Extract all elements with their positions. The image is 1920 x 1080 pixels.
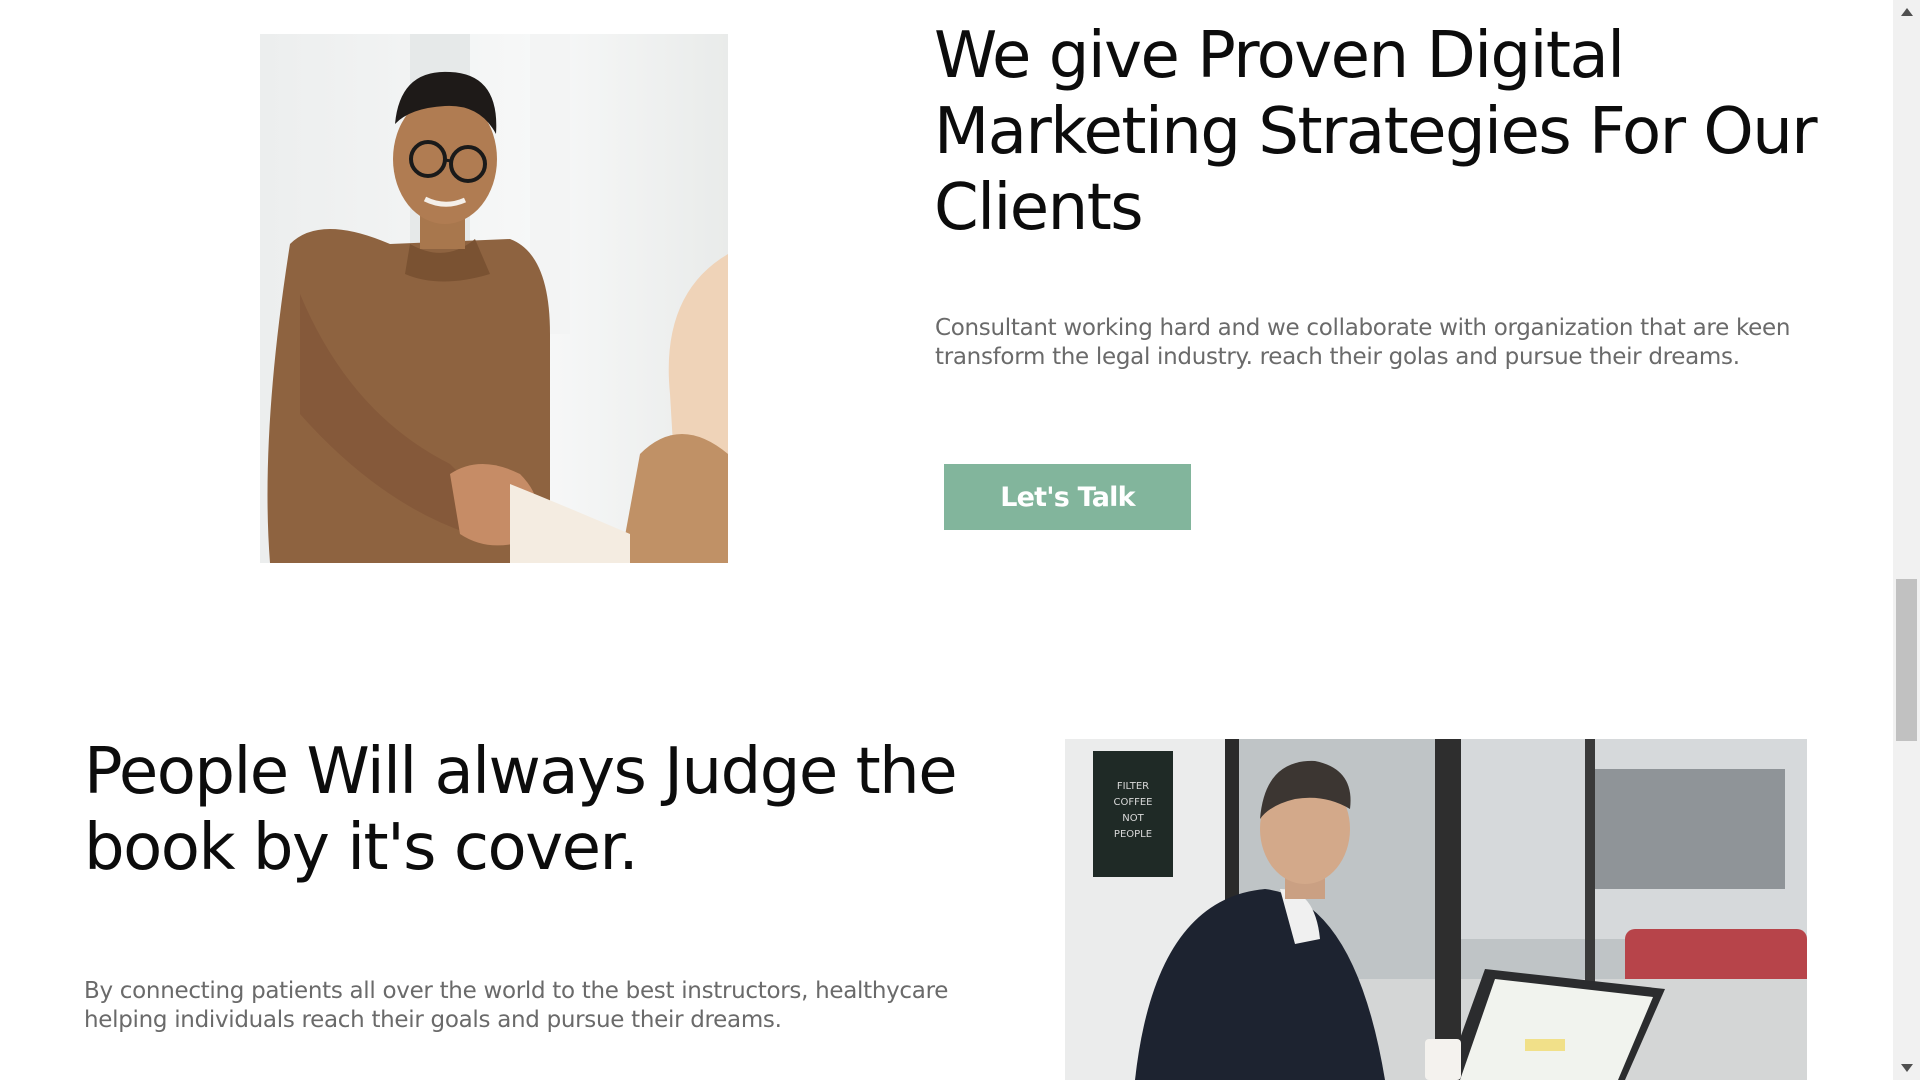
triangle-down-icon[interactable] (1893, 1058, 1920, 1078)
svg-text:FILTER: FILTER (1117, 781, 1149, 792)
handshake-photo (260, 34, 728, 563)
page: We give Proven Digital Marketing Strateg… (0, 0, 1920, 1080)
vertical-scrollbar[interactable] (1893, 0, 1920, 1080)
svg-text:NOT: NOT (1122, 813, 1144, 824)
section-heading-2: People Will always Judge the book by it'… (84, 735, 958, 885)
section-description: Consultant working hard and we collabora… (935, 315, 1791, 370)
section-description-2: By connecting patients all over the worl… (84, 978, 949, 1033)
section-heading: We give Proven Digital Marketing Strateg… (934, 19, 1818, 245)
svg-text:COFFEE: COFFEE (1114, 797, 1153, 808)
scrollbar-thumb[interactable] (1896, 579, 1917, 741)
man-laptop-photo: FILTER COFFEE NOT PEOPLE (1065, 739, 1807, 1080)
lets-talk-button[interactable]: Let's Talk (944, 464, 1191, 530)
triangle-up-icon[interactable] (1893, 2, 1920, 22)
svg-text:PEOPLE: PEOPLE (1114, 829, 1152, 840)
